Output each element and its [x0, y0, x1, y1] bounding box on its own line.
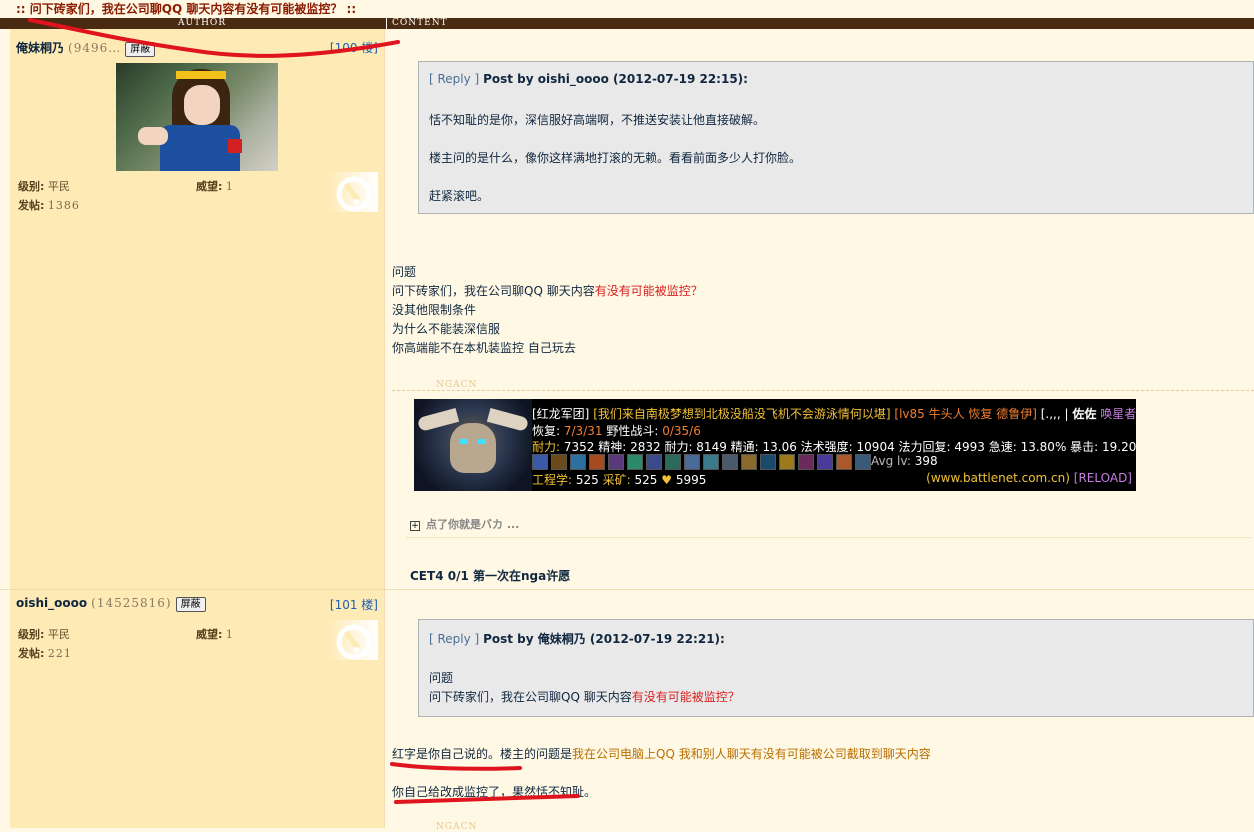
- quote-author: Post by oishi_oooo (2012-07-19 22:15):: [483, 72, 748, 86]
- topic-title: :: 问下砖家们，我在公司聊QQ 聊天内容有没有可能被监控？ ::: [0, 0, 1254, 18]
- level-stat: 级别: 平民: [18, 628, 70, 641]
- signature-subdivider: [406, 537, 1252, 538]
- avatar: [116, 63, 278, 171]
- body-line: 没其他限制条件: [392, 303, 477, 317]
- author-panel: 俺妹桐乃 (9496… 屏蔽 [100 楼] 级别: 平民 威望: 1 发帖: 13…: [10, 29, 385, 589]
- author-uid: (9496…: [68, 41, 122, 55]
- quote-author: Post by 俺妹桐乃 (2012-07-19 22:21):: [483, 632, 725, 646]
- prestige-stat: 威望: 1: [196, 180, 234, 193]
- battlenet-link[interactable]: (www.battlenet.com.cn) [RELOAD]: [926, 471, 1132, 485]
- quote-line: 赶紧滚吧。: [429, 189, 490, 203]
- author-line: 俺妹桐乃 (9496… 屏蔽: [16, 39, 156, 57]
- post-count-stat: 发帖: 221: [18, 647, 72, 660]
- column-header: AUTHOR CONTENT: [0, 18, 1254, 29]
- quote-block: [ Reply ] Post by oishi_oooo (2012-07-19…: [418, 61, 1254, 214]
- quote-line: 恬不知耻的是你，深信服好高端啊，不推送安装让他直接破解。: [429, 113, 766, 127]
- body-line: 问下砖家们，我在公司聊QQ 聊天内容有没有可能被监控？: [392, 284, 703, 298]
- block-button[interactable]: 屏蔽: [175, 597, 206, 612]
- level-stat: 级别: 平民: [18, 180, 70, 193]
- badge-icon: [326, 620, 378, 660]
- content-column-label: CONTENT: [392, 18, 448, 28]
- post-count-stat: 发帖: 1386: [18, 199, 80, 212]
- signature-divider: [392, 390, 1254, 391]
- banner-profession-line: 工程学: 525 采矿: 525 ♥ 5995: [532, 473, 707, 487]
- post-content: [ Reply ] Post by 俺妹桐乃 (2012-07-19 22:21…: [386, 590, 1254, 832]
- body-line: 红字是你自己说的。楼主的问题是我在公司电脑上QQ 我和别人聊天有没有可能被公司截…: [392, 747, 931, 761]
- badge-icon: [326, 172, 378, 212]
- author-line: oishi_oooo (14525816) 屏蔽: [16, 596, 206, 612]
- floor-link[interactable]: [101 楼]: [330, 596, 378, 613]
- prestige-stat: 威望: 1: [196, 628, 234, 641]
- reply-link[interactable]: [ Reply ]: [429, 72, 479, 86]
- body-line: 问题: [392, 265, 417, 279]
- expand-icon[interactable]: +: [410, 521, 420, 531]
- quote-line: 问下砖家们，我在公司聊QQ 聊天内容有没有可能被监控？: [429, 690, 740, 704]
- reload-link[interactable]: [RELOAD]: [1074, 471, 1132, 485]
- header-divider: [386, 18, 387, 29]
- quote-line: 问题: [429, 671, 454, 685]
- banner-stats-line: 耐力: 7352 精神: 2832 耐力: 8149 精通: 13.06 法术强…: [532, 440, 1136, 454]
- banner-title-line: [红龙军团] [我们来自南极梦想到北极没船没飞机不会游泳情何以堪] [lv85 …: [532, 407, 1136, 421]
- body-line: 为什么不能装深信服: [392, 322, 501, 336]
- avg-level: Avg lv: 398: [871, 454, 938, 468]
- post-content: [ Reply ] Post by oishi_oooo (2012-07-19…: [386, 29, 1254, 589]
- signature-text: CET4 0/1 第一次在nga许愿: [410, 569, 571, 583]
- author-panel: oishi_oooo (14525816) 屏蔽 [101 楼] 级别: 平民 威望…: [10, 590, 385, 828]
- body-line: 你高端能不在本机装监控 自己玩去: [392, 341, 576, 355]
- author-name[interactable]: oishi_oooo: [16, 596, 87, 610]
- reply-link[interactable]: [ Reply ]: [429, 632, 479, 646]
- game-signature-banner[interactable]: [红龙军团] [我们来自南极梦想到北极没船没飞机不会游泳情何以堪] [lv85 …: [414, 399, 1136, 491]
- floor-link[interactable]: [100 楼]: [330, 39, 378, 56]
- quote-header: [ Reply ] Post by oishi_oooo (2012-07-19…: [429, 72, 748, 86]
- character-portrait: [414, 399, 532, 491]
- quote-header: [ Reply ] Post by 俺妹桐乃 (2012-07-19 22:21…: [429, 630, 725, 647]
- equipment-slots: [532, 454, 874, 470]
- quote-block: [ Reply ] Post by 俺妹桐乃 (2012-07-19 22:21…: [418, 619, 1254, 717]
- quote-line: 楼主问的是什么，像你这样满地打滚的无赖。看看前面多少人打你脸。: [429, 151, 802, 165]
- banner-spec-line: 恢复: 7/3/31 野性战斗: 0/35/6: [532, 424, 701, 438]
- author-uid: (14525816): [91, 596, 172, 610]
- author-column-label: AUTHOR: [178, 18, 227, 28]
- signature-toggle[interactable]: + 点了你就是バカ ...: [410, 516, 519, 532]
- signature-tag: NGACN: [436, 822, 478, 832]
- body-line: 你自己给改成监控了，果然恬不知耻。: [392, 785, 597, 799]
- block-button[interactable]: 屏蔽: [125, 42, 156, 57]
- signature-tag: NGACN: [436, 380, 478, 390]
- author-name[interactable]: 俺妹桐乃: [16, 41, 64, 55]
